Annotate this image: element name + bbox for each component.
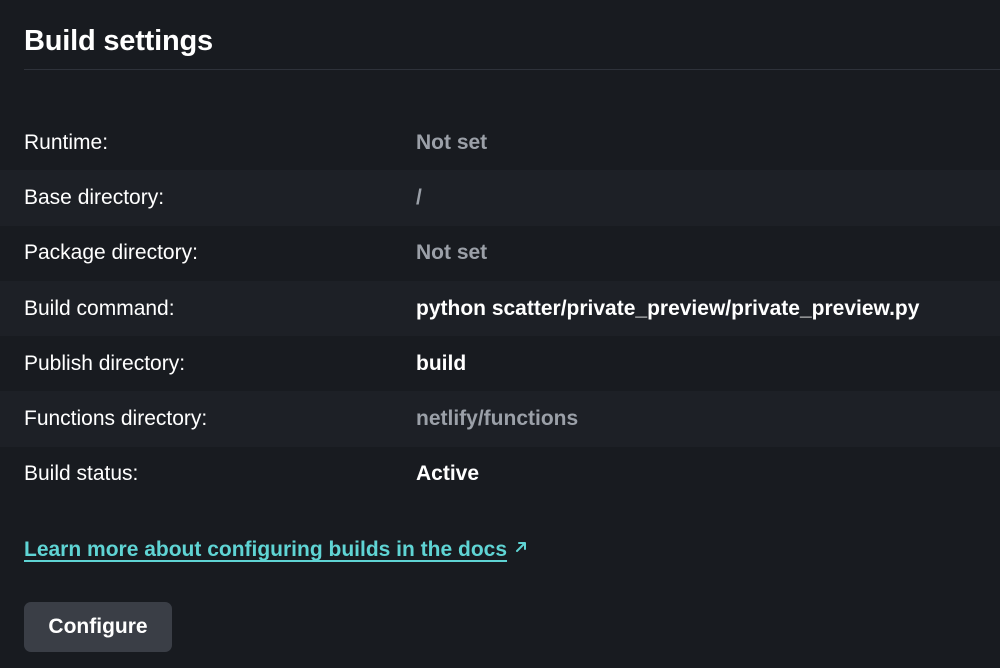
docs-link[interactable]: Learn more about configuring builds in t… <box>24 538 529 562</box>
build-settings-panel: Build settings Runtime: Not set Base dir… <box>0 0 1000 668</box>
setting-label: Runtime: <box>24 130 109 154</box>
setting-label: Build status: <box>24 462 139 486</box>
setting-value: python scatter/private_preview/private_p… <box>416 296 920 320</box>
setting-row-publish-directory: Publish directory: build <box>0 336 1000 391</box>
setting-value: build <box>416 351 467 375</box>
setting-label: Base directory: <box>24 185 165 209</box>
external-link-arrow-icon <box>516 542 527 552</box>
setting-label: Package directory: <box>24 241 198 265</box>
setting-row-package-directory: Package directory: Not set <box>0 226 1000 281</box>
setting-value: Active <box>416 462 480 486</box>
setting-label: Functions directory: <box>24 407 208 431</box>
setting-row-functions-directory: Functions directory: netlify/functions <box>0 391 1000 447</box>
setting-row-base-directory: Base directory: / <box>0 170 1000 226</box>
setting-row-build-command: Build command: python scatter/private_pr… <box>0 280 1000 337</box>
docs-link-text: Learn more about configuring builds in t… <box>24 538 508 561</box>
setting-value: Not set <box>416 241 488 265</box>
setting-value: / <box>416 185 422 209</box>
title-divider <box>24 69 1000 70</box>
setting-row-build-status: Build status: Active <box>0 447 1000 502</box>
setting-value: Not set <box>416 130 488 154</box>
setting-label: Build command: <box>24 296 175 320</box>
configure-button[interactable]: Configure <box>24 602 172 652</box>
page-title: Build settings <box>24 25 213 57</box>
setting-row-runtime: Runtime: Not set <box>0 115 1000 170</box>
settings-list: Runtime: Not set Base directory: / Packa… <box>0 115 1000 502</box>
setting-label: Publish directory: <box>24 351 186 375</box>
setting-value: netlify/functions <box>416 407 579 431</box>
